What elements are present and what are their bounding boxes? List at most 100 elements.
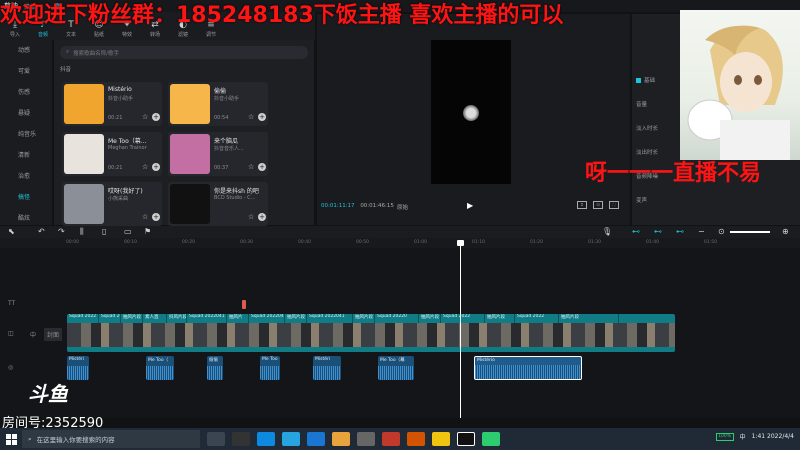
category-item[interactable]: 纯音乐 [0, 124, 52, 145]
media-app-icon[interactable] [382, 432, 400, 446]
favorite-star-icon[interactable]: ☆ [142, 113, 148, 121]
zoom-reset-icon[interactable]: ⊙ [718, 227, 725, 236]
edge-icon[interactable] [257, 432, 275, 446]
song-card[interactable]: Me Too（幕... Meghan Trainor 00:21 ☆ + [62, 132, 162, 176]
delete-icon[interactable]: ▯ [102, 227, 106, 236]
game-app-icon[interactable] [407, 432, 425, 446]
video-clip[interactable]: 抽风片段 [353, 314, 375, 323]
ie-icon[interactable] [307, 432, 325, 446]
video-clip[interactable]: 抽风片段 [285, 314, 307, 323]
enable-checkbox[interactable] [636, 78, 641, 83]
song-card[interactable]: 你是来抖sh 的吧 BCD Studio - C... ☆ + [168, 182, 268, 226]
song-card[interactable]: 哎呀(我好了) 小熊采曲 ☆ + [62, 182, 162, 226]
select-tool-icon[interactable]: ⬉ [8, 227, 15, 236]
category-item[interactable]: 伤感 [0, 82, 52, 103]
category-item[interactable]: 治愈 [0, 166, 52, 187]
song-card[interactable]: 偷偷 抖音小助手 00:54 ☆ + [168, 82, 268, 126]
microphone-icon[interactable]: 🎙 [602, 227, 612, 236]
windows-start-icon[interactable] [0, 428, 22, 450]
add-to-track-icon[interactable]: + [152, 163, 160, 171]
category-item[interactable]: 清新 [0, 145, 52, 166]
audio-clip[interactable]: 偷偷 [207, 356, 223, 380]
video-clip[interactable]: 素人直 [143, 314, 167, 323]
text-marker[interactable] [242, 300, 246, 309]
audio-clip[interactable]: Mistéri [313, 356, 341, 380]
freeze-icon[interactable]: ▭ [124, 227, 132, 236]
video-clip[interactable]: 抽风片 [227, 314, 249, 323]
video-clip[interactable]: Squad 20220 [375, 314, 419, 323]
video-clip[interactable]: Squad 202 [99, 314, 121, 323]
folder-icon[interactable] [332, 432, 350, 446]
undo-icon[interactable]: ↶ [38, 227, 45, 236]
category-item[interactable]: 可爱 [0, 61, 52, 82]
flag-icon[interactable]: ⚑ [144, 227, 151, 236]
play-icon[interactable]: ▶ [467, 201, 473, 210]
favorite-star-icon[interactable]: ☆ [248, 213, 254, 221]
battery-indicator[interactable]: 100% [715, 432, 734, 441]
video-clip[interactable]: 抽风片段 [485, 314, 515, 323]
audio-clip[interactable]: Me Too（ [146, 356, 174, 380]
category-item[interactable]: 搞怪 [0, 187, 52, 208]
video-clip[interactable]: 抖风片段 [167, 314, 187, 323]
store-icon[interactable] [282, 432, 300, 446]
capcut-icon[interactable] [457, 432, 475, 446]
fullscreen-icon[interactable]: ⛶ [609, 201, 619, 209]
song-card[interactable]: 来个脑瓜 抖音音乐人... 00:37 ☆ + [168, 132, 268, 176]
favorite-star-icon[interactable]: ☆ [142, 163, 148, 171]
taskbar-search-input[interactable]: ⌕ 在这里输入你要搜索的内容 [22, 430, 200, 448]
favorite-star-icon[interactable]: ☆ [248, 163, 254, 171]
wechat-icon[interactable] [482, 432, 500, 446]
audio-clip[interactable]: Mistério [474, 356, 582, 380]
zoom-out-icon[interactable]: − [698, 227, 705, 236]
time-ruler[interactable]: 00:00 00:10 00:20 00:30 00:40 00:50 01:00 01:10… [0, 238, 800, 248]
video-clip[interactable]: 抽风片段 [121, 314, 143, 323]
playhead[interactable] [460, 240, 461, 418]
video-clip[interactable]: Squad 2022041 [307, 314, 353, 323]
favorite-star-icon[interactable]: ☆ [248, 113, 254, 121]
clock[interactable]: 1:41 2022/4/4 [752, 433, 794, 440]
song-card[interactable]: Mistério 抖音小助手 00:21 ☆ + [62, 82, 162, 126]
settings-gear-icon[interactable] [357, 432, 375, 446]
ratio-select[interactable]: 原始 [397, 203, 408, 211]
zoom-in-icon[interactable]: ⊕ [782, 227, 789, 236]
crop-icon[interactable]: ⊡ [593, 201, 603, 209]
property-row[interactable]: 变声 [636, 196, 647, 204]
video-clip[interactable]: Squad 2022041 [187, 314, 227, 323]
face-app-icon[interactable] [432, 432, 450, 446]
video-clip[interactable]: Squad 2022 [441, 314, 485, 323]
category-item[interactable]: 动感 [0, 40, 52, 61]
split-icon[interactable]: ⫼ [80, 227, 84, 237]
favorite-star-icon[interactable]: ☆ [142, 213, 148, 221]
property-row[interactable]: 淡入时长 [636, 124, 658, 132]
fit-screen-icon[interactable]: ⌗ [577, 201, 587, 209]
video-clip[interactable]: 抽风片段 [559, 314, 619, 323]
property-row[interactable]: 基础 [636, 76, 655, 84]
task-view-icon[interactable] [207, 432, 225, 446]
video-clip[interactable]: Squad 2022041 [249, 314, 285, 323]
add-to-track-icon[interactable]: + [258, 113, 266, 121]
property-row[interactable]: 音量 [636, 100, 647, 108]
video-clip[interactable]: 抽风片段 [419, 314, 441, 323]
snap-icon[interactable]: ⊷ [654, 227, 662, 236]
category-item[interactable]: 悬疑 [0, 103, 52, 124]
audio-clip[interactable]: Mistéri [67, 356, 89, 380]
video-clip[interactable]: Squad 2022 [515, 314, 559, 323]
link-main-track-icon[interactable]: ⊷ [632, 227, 640, 236]
add-to-track-icon[interactable]: + [258, 213, 266, 221]
playhead-handle[interactable] [457, 240, 464, 246]
add-to-track-icon[interactable]: + [152, 213, 160, 221]
preview-axis-icon[interactable]: ⊷ [676, 227, 684, 236]
ime-indicator[interactable]: 中 [740, 432, 746, 441]
add-to-track-icon[interactable]: + [258, 163, 266, 171]
video-clip[interactable]: Squad 2022 [67, 314, 99, 323]
video-track[interactable]: Squad 2022Squad 202抽风片段素人直抖风片段Squad 2022… [67, 314, 675, 352]
audio-clip[interactable]: Me Too（幕 [378, 356, 414, 380]
preview-canvas[interactable] [431, 40, 511, 184]
cover-button[interactable]: 封面 [44, 328, 63, 341]
audio-clip[interactable]: Me Too [260, 356, 280, 380]
music-search-input[interactable]: ⌕ 搜索歌曲名称/歌手 [60, 46, 308, 59]
add-to-track-icon[interactable]: + [152, 113, 160, 121]
zoom-slider[interactable] [730, 231, 770, 233]
redo-icon[interactable]: ↷ [58, 227, 65, 236]
widget-icon[interactable] [232, 432, 250, 446]
